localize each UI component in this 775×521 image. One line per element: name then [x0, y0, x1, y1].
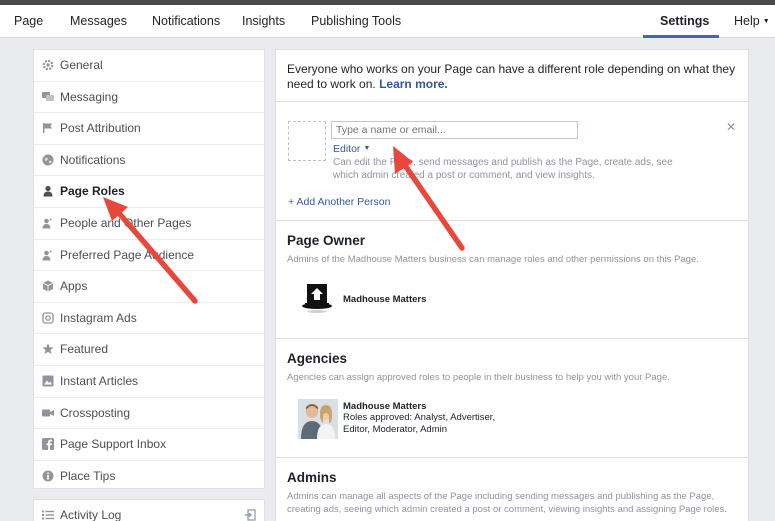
- sidebar-item-preferred-page-audience[interactable]: Preferred Page Audience: [34, 240, 264, 272]
- close-icon[interactable]: ✕: [726, 120, 736, 134]
- admins-title: Admins: [287, 470, 337, 485]
- tab-page[interactable]: Page: [14, 14, 43, 28]
- active-tab-indicator: [643, 35, 719, 38]
- page-owner-description: Admins of the Madhouse Matters business …: [287, 254, 699, 265]
- agencies-section: Agencies Agencies can assign approved ro…: [275, 338, 749, 458]
- role-dropdown[interactable]: Editor ▼: [333, 143, 370, 155]
- tab-notifications[interactable]: Notifications: [152, 14, 220, 28]
- caret-down-icon: ▼: [363, 145, 371, 152]
- sidebar-item-label: General: [60, 58, 103, 72]
- activity-log-panel: Activity Log: [33, 499, 265, 521]
- video-camera-icon: [42, 409, 54, 417]
- page-owner-section: Page Owner Admins of the Madhouse Matter…: [275, 220, 749, 339]
- sidebar-item-place-tips[interactable]: Place Tips: [34, 461, 264, 493]
- chat-bubbles-icon: [42, 91, 54, 101]
- sidebar-item-post-attribution[interactable]: Post Attribution: [34, 113, 264, 145]
- sidebar-item-label: Apps: [60, 279, 88, 294]
- open-external-icon[interactable]: [244, 509, 256, 521]
- sidebar-item-label: Notifications: [60, 152, 126, 167]
- sidebar-item-label: Messaging: [60, 89, 119, 104]
- star-icon: [42, 343, 54, 355]
- sidebar-item-label: Page Roles: [60, 184, 125, 199]
- agency-roles-line-1: Roles approved: Analyst, Advertiser,: [343, 412, 496, 423]
- learn-more-link[interactable]: Learn more.: [379, 77, 448, 91]
- sidebar-item-label: Instagram Ads: [60, 310, 137, 325]
- page-roles-content: Everyone who works on your Page can have…: [275, 49, 749, 521]
- sidebar-item-label: Place Tips: [60, 468, 116, 483]
- avatar-placeholder: [288, 121, 326, 161]
- sidebar-item-instant-articles[interactable]: Instant Articles: [34, 366, 264, 398]
- role-dropdown-label: Editor: [333, 143, 361, 155]
- agency-roles-line-2: Editor, Moderator, Admin: [343, 424, 448, 435]
- help-menu[interactable]: Help ▼: [734, 14, 770, 28]
- tab-insights[interactable]: Insights: [242, 14, 285, 28]
- list-icon: [42, 510, 54, 520]
- madhouse-logo-icon: [302, 284, 332, 313]
- sidebar-item-label: Post Attribution: [60, 121, 141, 136]
- admins-description: Admins can manage all aspects of the Pag…: [287, 491, 727, 515]
- sidebar-item-notifications[interactable]: Notifications: [34, 145, 264, 177]
- agency-avatar: [298, 399, 338, 439]
- agency-name[interactable]: Madhouse Matters: [343, 401, 495, 412]
- sidebar-item-people-and-other-pages[interactable]: People and Other Pages: [34, 208, 264, 240]
- article-icon: [42, 375, 54, 387]
- tab-messages[interactable]: Messages: [70, 14, 127, 28]
- facebook-icon: [42, 438, 54, 451]
- role-description: Can edit the Page, send messages and pub…: [333, 157, 673, 181]
- instagram-icon: [42, 312, 54, 324]
- flag-icon: [43, 123, 52, 134]
- sidebar-item-label: Crossposting: [60, 405, 131, 420]
- agency-details: Madhouse Matters Roles approved: Analyst…: [343, 401, 495, 436]
- sidebar-item-crossposting[interactable]: Crossposting: [34, 398, 264, 430]
- add-another-person-link[interactable]: + Add Another Person: [288, 196, 390, 208]
- caret-down-icon: ▼: [762, 18, 770, 25]
- sidebar-item-label: People and Other Pages: [60, 216, 192, 230]
- page-owner-name[interactable]: Madhouse Matters: [343, 294, 426, 305]
- sidebar-item-label: Featured: [60, 342, 109, 357]
- person-icon: [43, 186, 53, 197]
- page-top-nav: Page Messages Notifications Insights Pub…: [0, 5, 775, 38]
- sidebar-item-label: Instant Articles: [60, 374, 139, 388]
- name-or-email-input[interactable]: [331, 121, 578, 139]
- assign-role-card: Editor▼ Can edit the Page, send messages…: [275, 101, 749, 221]
- tab-settings[interactable]: Settings: [660, 14, 709, 28]
- intro-card: Everyone who works on your Page can have…: [275, 49, 749, 102]
- admins-section: Admins Admins can manage all aspects of …: [275, 457, 749, 521]
- help-label: Help: [734, 14, 760, 28]
- info-icon: [42, 470, 54, 482]
- settings-sidebar: General Messaging Post Attribution Notif…: [33, 49, 265, 489]
- agencies-description: Agencies can assign approved roles to pe…: [287, 372, 670, 383]
- sidebar-item-featured[interactable]: Featured: [34, 334, 264, 366]
- intro-text: Everyone who works on your Page can have…: [287, 62, 747, 92]
- sidebar-item-label: Activity Log: [60, 508, 122, 521]
- sidebar-item-instagram-ads[interactable]: Instagram Ads: [34, 303, 264, 335]
- globe-icon: [42, 154, 54, 166]
- intro-description: Everyone who works on your Page can have…: [287, 62, 736, 91]
- sidebar-item-page-roles[interactable]: Page Roles: [34, 176, 264, 208]
- page-owner-title: Page Owner: [287, 233, 366, 248]
- tab-publishing-tools[interactable]: Publishing Tools: [311, 14, 401, 28]
- agencies-title: Agencies: [287, 351, 348, 366]
- sidebar-item-label: Page Support Inbox: [60, 437, 167, 452]
- people-icon: [42, 249, 52, 261]
- sidebar-item-apps[interactable]: Apps: [34, 271, 264, 303]
- sidebar-item-label: Preferred Page Audience: [60, 247, 195, 262]
- cube-icon: [42, 280, 54, 292]
- gear-icon: [42, 59, 54, 71]
- sidebar-item-activity-log[interactable]: Activity Log: [34, 500, 264, 521]
- people-icon: [42, 218, 52, 229]
- sidebar-item-messaging[interactable]: Messaging: [34, 82, 264, 114]
- sidebar-item-general[interactable]: General: [34, 50, 264, 82]
- sidebar-item-page-support-inbox[interactable]: Page Support Inbox: [34, 429, 264, 461]
